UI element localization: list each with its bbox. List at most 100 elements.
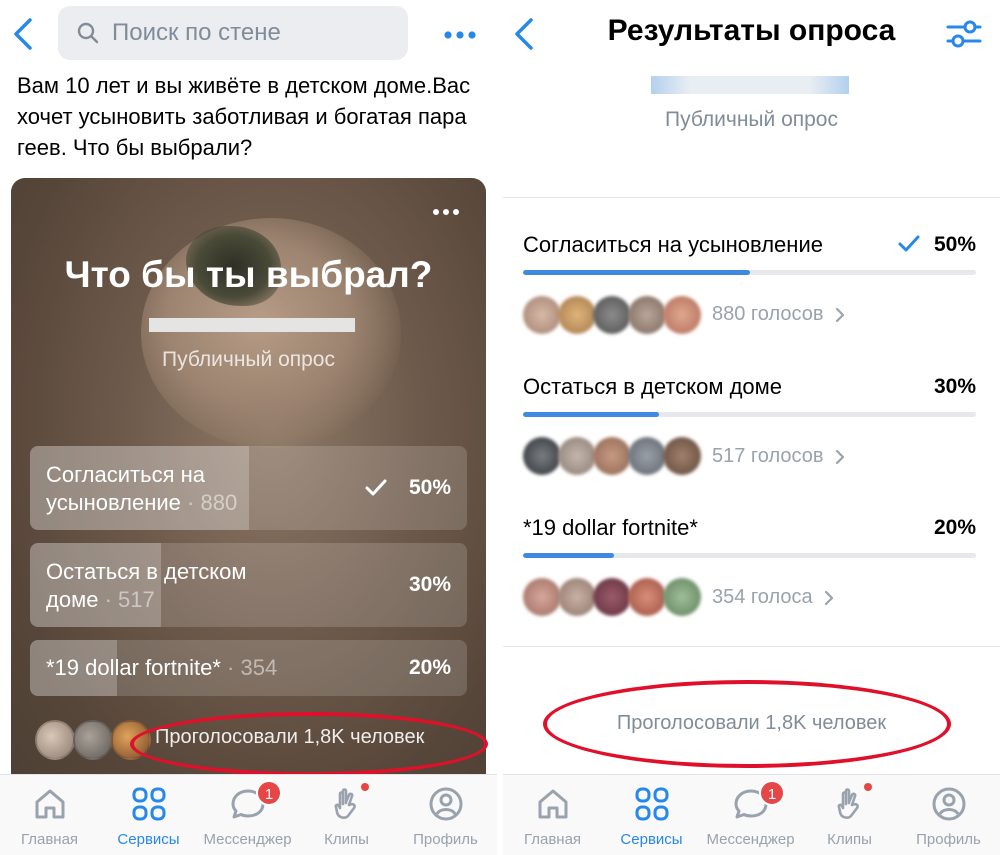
services-icon (132, 787, 166, 821)
result-votes-count: 354 голоса (712, 586, 813, 608)
chevron-right-icon (835, 449, 845, 464)
redacted-author (149, 318, 355, 332)
result-progress-bar (523, 412, 976, 417)
avatar (73, 720, 113, 760)
avatar (523, 437, 561, 475)
home-icon (35, 789, 65, 819)
home-icon (538, 789, 568, 819)
avatar (558, 578, 596, 616)
tab-label: Клипы (324, 831, 369, 848)
option-percent: 50% (408, 476, 451, 499)
poll-option-adopt[interactable]: Согласиться на усыновление · 880 50% (30, 446, 467, 530)
result-progress-bar (523, 270, 976, 275)
option-count: 880 (200, 490, 238, 515)
chevron-right-icon (825, 590, 834, 605)
poll-title: Что бы ты выбрал? (64, 254, 433, 295)
result-votes-count: 880 голосов (712, 303, 824, 325)
result-label: Остаться в детском доме (523, 374, 783, 399)
clips-icon (334, 788, 356, 819)
avatar (628, 296, 666, 334)
page-title: Результаты опроса (607, 14, 896, 47)
result-progress-bar (523, 553, 976, 558)
avatar (593, 437, 631, 475)
avatar (593, 578, 631, 616)
tab-bar: Главная Сервисы 1 Мессенджер Клипы Профи… (503, 774, 1000, 855)
avatar (628, 437, 666, 475)
option-label-line1: Согласиться на (46, 462, 205, 487)
tab-label: Мессенджер (203, 831, 292, 848)
wall-search[interactable] (58, 6, 408, 60)
tab-messenger[interactable]: 1 Мессенджер (198, 775, 297, 855)
tab-profile[interactable]: Профиль (396, 775, 495, 855)
avatar (35, 720, 75, 760)
tab-messenger[interactable]: 1 Мессенджер (701, 775, 800, 855)
avatar (663, 437, 701, 475)
new-clips-dot (864, 783, 872, 791)
wall-poll-screen: Вам 10 лет и вы живёте в детском доме.Ва… (0, 0, 497, 855)
tab-label: Клипы (827, 831, 872, 848)
tab-label: Мессенджер (706, 831, 795, 848)
result-percent: 50% (933, 233, 976, 256)
avatar (523, 296, 561, 334)
avatar (628, 578, 666, 616)
poll-option-fortnite[interactable]: *19 dollar fortnite* · 354 20% (30, 640, 467, 696)
top-bar (0, 0, 497, 70)
tab-services[interactable]: Сервисы (99, 775, 198, 855)
tab-bar: Главная Сервисы 1 Мессенджер Клипы Профи… (0, 774, 497, 855)
top-bar: Результаты опроса (503, 0, 1000, 70)
tab-label: Профиль (916, 831, 981, 848)
annotation-ellipse (130, 712, 488, 776)
tab-label: Главная (20, 831, 79, 848)
chevron-right-icon (835, 307, 845, 322)
checkmark-icon (365, 479, 387, 496)
clips-icon (837, 788, 859, 819)
option-label-line2: усыновление (46, 490, 181, 515)
poll-more-icon[interactable] (432, 208, 460, 216)
search-icon (77, 22, 99, 44)
search-input[interactable] (112, 19, 392, 47)
tab-label: Сервисы (117, 831, 180, 848)
result-votes-count: 517 голосов (712, 445, 824, 467)
option-percent: 30% (408, 573, 451, 596)
poll-card: Что бы ты выбрал? Публичный опрос Соглас… (11, 178, 486, 798)
poll-option-stay[interactable]: Остаться в детском доме · 517 30% (30, 543, 467, 627)
back-icon[interactable] (10, 16, 40, 52)
tab-clips[interactable]: Клипы (800, 775, 899, 855)
option-count: 517 (118, 587, 155, 612)
profile-icon (932, 787, 966, 821)
avatar (523, 578, 561, 616)
result-label: *19 dollar fortnite* (523, 515, 698, 540)
more-options-icon[interactable] (443, 30, 477, 40)
annotation-ellipse (543, 680, 951, 768)
result-progress-fill (523, 270, 750, 275)
avatar (663, 296, 701, 334)
unread-badge: 1 (256, 780, 282, 806)
option-label-line1: Остаться в детском (46, 559, 247, 584)
tab-clips[interactable]: Клипы (297, 775, 396, 855)
poll-results-screen: Результаты опроса Публичный опрос Соглас… (503, 0, 1000, 855)
tab-label: Профиль (413, 831, 478, 848)
checkmark-icon (898, 235, 920, 252)
poll-type-label: Публичный опрос (664, 108, 838, 131)
tab-services[interactable]: Сервисы (602, 775, 701, 855)
poll-type-label: Публичный опрос (161, 348, 335, 371)
option-count: 354 (240, 655, 278, 680)
result-progress-fill (523, 553, 614, 558)
new-clips-dot (361, 783, 369, 791)
avatar (593, 296, 631, 334)
tab-profile[interactable]: Профиль (899, 775, 998, 855)
services-icon (635, 787, 669, 821)
tab-home[interactable]: Главная (503, 775, 602, 855)
tab-label: Главная (523, 831, 582, 848)
result-percent: 20% (933, 516, 976, 539)
filter-settings-icon[interactable] (946, 19, 982, 49)
separator (503, 646, 1000, 647)
post-text: Вам 10 лет и вы живёте в детском доме.Ва… (17, 73, 471, 160)
avatar (558, 437, 596, 475)
result-progress-fill (523, 412, 659, 417)
avatar (663, 578, 701, 616)
tab-home[interactable]: Главная (0, 775, 99, 855)
redacted-author (651, 76, 849, 94)
separator (503, 197, 1000, 198)
profile-icon (429, 787, 463, 821)
